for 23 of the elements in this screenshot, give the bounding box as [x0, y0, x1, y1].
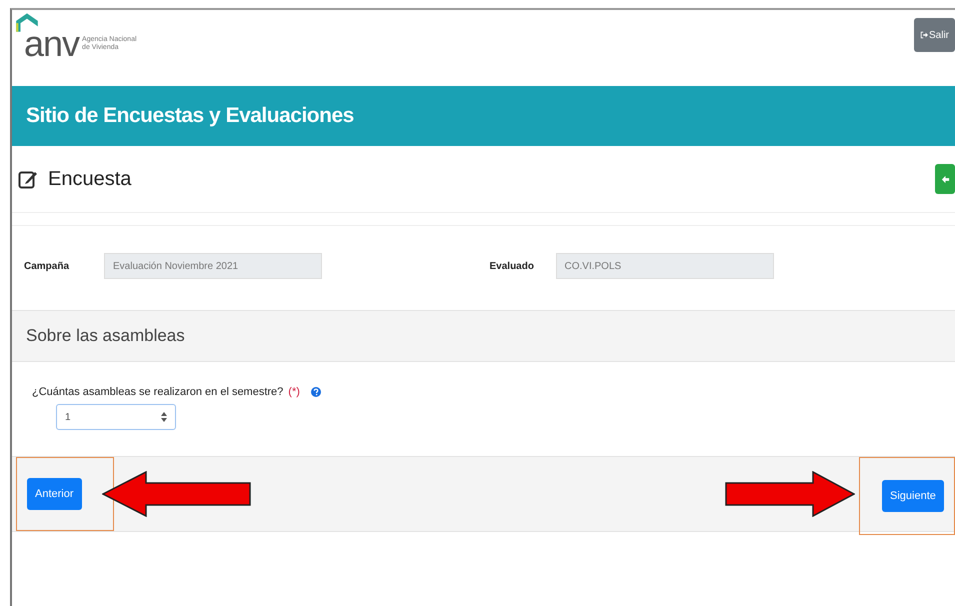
next-button[interactable]: Siguiente: [882, 480, 944, 512]
question-label: ¿Cuántas asambleas se realizaron en el semestre?: [32, 386, 284, 398]
arrow-right-icon: [725, 471, 855, 517]
logo-text: anv: [24, 26, 80, 62]
field-label: Evaluado: [490, 260, 535, 272]
required-mark: (*): [288, 386, 300, 398]
arrow-left-icon: [102, 471, 252, 517]
edit-icon: [18, 169, 38, 189]
spinner-icon[interactable]: [161, 412, 167, 422]
section-title: Sobre las asambleas: [26, 326, 185, 346]
logout-button[interactable]: Salir: [914, 18, 955, 52]
page-title: Encuesta: [48, 168, 132, 190]
number-field[interactable]: 1: [56, 404, 176, 430]
previous-button[interactable]: Anterior: [27, 478, 82, 510]
site-title: Sitio de Encuestas y Evaluaciones: [26, 104, 354, 128]
field-label: Campaña: [24, 260, 70, 272]
input-field: CO.VI.POLS: [556, 253, 774, 279]
back-button[interactable]: [935, 164, 955, 194]
arrow-left-icon: [940, 174, 950, 184]
sign-out-icon: [920, 31, 928, 39]
help-icon: [310, 387, 321, 397]
input-field: Evaluación Noviembre 2021: [104, 253, 322, 279]
logo-icon: [14, 12, 40, 32]
